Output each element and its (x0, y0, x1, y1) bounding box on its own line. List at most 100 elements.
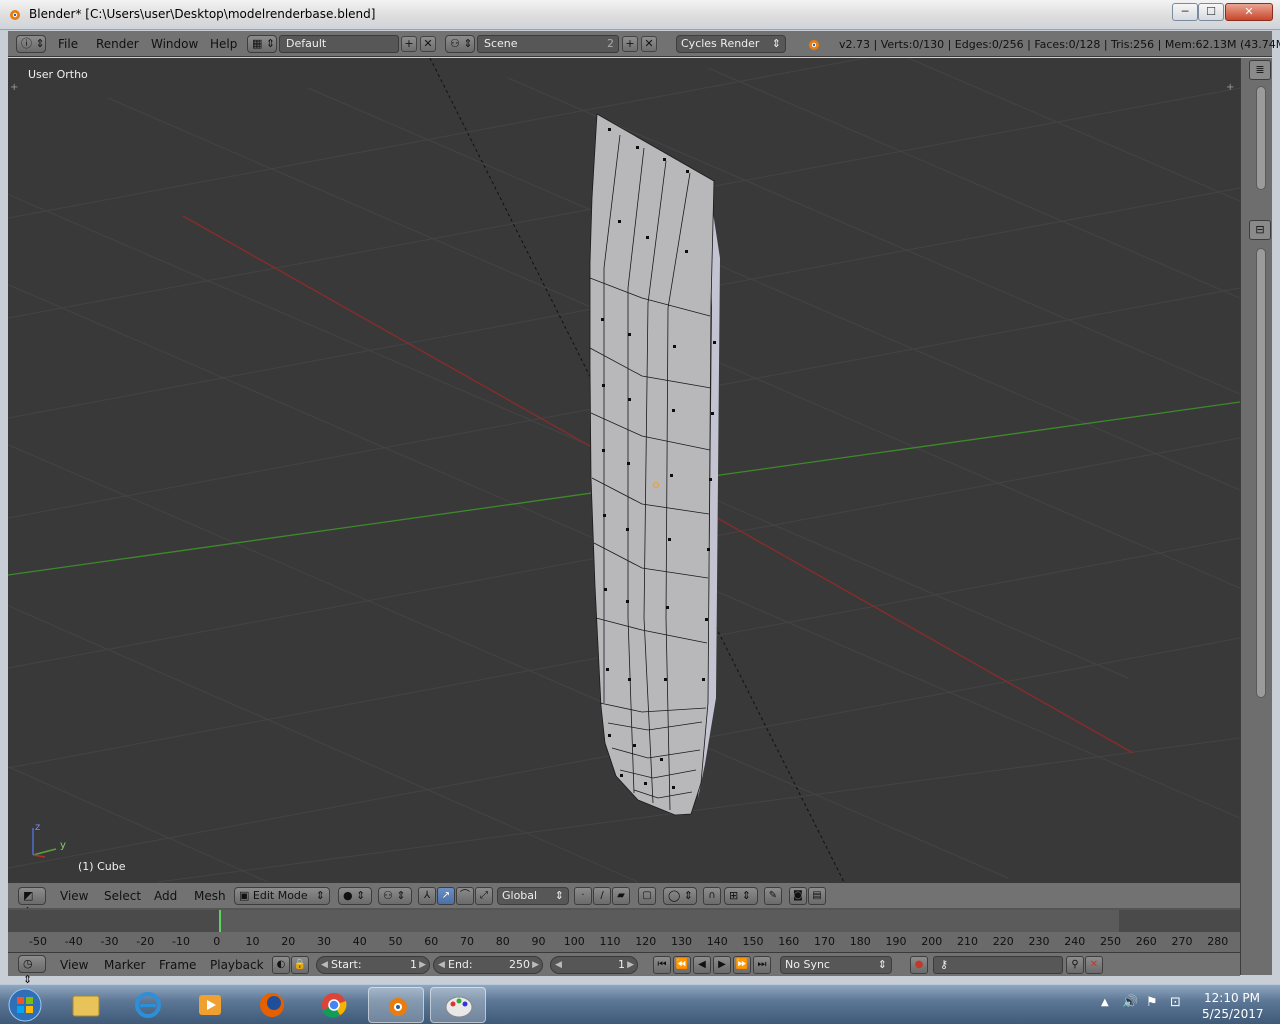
jump-to-end-button[interactable]: ⏭ (753, 956, 771, 974)
add-scene-button[interactable]: + (622, 36, 638, 52)
menu-file[interactable]: File (58, 37, 78, 51)
mode-label: Edit Mode (252, 889, 308, 902)
menu-help[interactable]: Help (210, 37, 237, 51)
timeline-editor-type-button[interactable]: ◷ ⇕ (18, 955, 46, 986)
insert-keyframe-button[interactable]: ⚲ (1066, 956, 1084, 974)
maximize-button[interactable]: ☐ (1198, 3, 1224, 21)
clock-date[interactable]: 5/25/2017 (1202, 1007, 1264, 1021)
action-center-flag-icon[interactable]: ⚑ (1146, 995, 1158, 1010)
scene-statistics: v2.73 | Verts:0/130 | Edges:0/256 | Face… (839, 38, 1280, 51)
delete-keyframe-button[interactable]: ✕ (1085, 956, 1103, 974)
render-engine-dropdown[interactable]: Cycles Render ⇕ (676, 35, 786, 53)
current-frame-marker[interactable] (219, 910, 221, 932)
sculpt-brush-button[interactable]: ✎ (764, 887, 782, 905)
keying-set-field[interactable]: ⚷ (933, 956, 1063, 974)
taskbar-internet-explorer[interactable] (120, 987, 176, 1023)
toolshelf-expand-icon[interactable]: + (10, 82, 18, 93)
start-frame-field[interactable]: ◀ Start: 1 ▶ (316, 956, 430, 974)
timeline-frame-range (219, 910, 1119, 932)
limit-selection-button[interactable]: ▢ (638, 887, 656, 905)
mode-dropdown[interactable]: ▣ Edit Mode ⇕ (234, 887, 330, 905)
taskbar-firefox[interactable] (244, 987, 300, 1023)
outliner-editor-button[interactable]: ≣ (1249, 60, 1271, 80)
play-button[interactable]: ▶ (713, 956, 731, 974)
orientation-label: Global (502, 889, 538, 902)
editor-type-button[interactable]: ⓘ ⇕ (16, 35, 46, 53)
menu-add[interactable]: Add (154, 889, 177, 903)
menu-select[interactable]: Select (104, 889, 141, 903)
edge-select-button[interactable]: / (593, 887, 611, 905)
current-frame-field[interactable]: ◀ 1 ▶ (550, 956, 638, 974)
close-button[interactable]: ✕ (1225, 3, 1273, 21)
pivot-point-dropdown[interactable]: ⚇ ⇕ (378, 887, 412, 905)
screen-layout-selector[interactable]: ▦ ⇕ (247, 35, 277, 53)
start-orb-icon[interactable] (4, 987, 46, 1023)
3d-viewport[interactable]: z y User Ortho (1) Cube + + (8, 58, 1240, 882)
rotate-icon: ⌒ (460, 890, 470, 901)
properties-editor-button[interactable]: ⊟ (1249, 220, 1271, 240)
timeline-editor[interactable]: -50 -40 -30 -20 -10 0 10 20 30 40 50 60 70 80 90 100 110… (8, 908, 1240, 952)
timeline-header: ◷ ⇕ View Marker Frame Playback ◐ 🔒 ◀ Sta… (8, 952, 1240, 986)
add-layout-button[interactable]: + (401, 36, 417, 52)
network-icon[interactable]: ⊡ (1170, 995, 1181, 1010)
lock-icon: 🔒 (293, 959, 307, 970)
timeline-tick-label: 190 (885, 935, 907, 948)
properties-scrollbar[interactable] (1256, 248, 1266, 698)
show-hidden-icons-arrow[interactable]: ▲ (1101, 997, 1109, 1008)
taskbar-blender[interactable] (368, 987, 424, 1023)
menu-playback[interactable]: Playback (210, 958, 264, 972)
active-object-label: (1) Cube (78, 860, 126, 873)
volume-icon[interactable]: 🔊 (1122, 995, 1138, 1010)
delete-layout-button[interactable]: ✕ (420, 36, 436, 52)
proportional-editing-dropdown[interactable]: ◯ ⇕ (663, 887, 697, 905)
manipulator-toggle[interactable]: ⅄ (418, 887, 436, 905)
menu-marker[interactable]: Marker (104, 958, 145, 972)
taskbar-file-explorer[interactable] (58, 987, 114, 1023)
minimize-button[interactable]: ─ (1172, 3, 1198, 21)
translate-manipulator-button[interactable]: ↗ (437, 887, 455, 905)
menu-mesh[interactable]: Mesh (194, 889, 226, 903)
auto-keyframe-button[interactable]: ● (910, 956, 928, 974)
menu-view[interactable]: View (60, 958, 88, 972)
jump-keyframe-forward-button[interactable]: ⏩ (733, 956, 751, 974)
sync-mode-dropdown[interactable]: No Sync ⇕ (780, 956, 892, 974)
render-animation-button[interactable]: ▤ (808, 887, 826, 905)
face-select-button[interactable]: ▰ (612, 887, 630, 905)
scene-selector[interactable]: ⚇ ⇕ (445, 35, 475, 53)
menu-frame[interactable]: Frame (159, 958, 196, 972)
menu-view[interactable]: View (60, 889, 88, 903)
play-reverse-button[interactable]: ◀ (693, 956, 711, 974)
jump-to-start-button[interactable]: ⏮ (653, 956, 671, 974)
outliner-scrollbar[interactable] (1256, 86, 1266, 190)
clock-time[interactable]: 12:10 PM (1204, 991, 1260, 1005)
lock-range-toggle[interactable]: 🔒 (291, 956, 309, 974)
properties-expand-icon[interactable]: + (1226, 82, 1234, 93)
vertex-select-button[interactable]: · (574, 887, 592, 905)
delete-scene-button[interactable]: ✕ (641, 36, 657, 52)
timeline-tick-label: 0 (213, 935, 221, 948)
menu-render[interactable]: Render (96, 37, 139, 51)
menu-window[interactable]: Window (151, 37, 198, 51)
3d-view-editor-type-button[interactable]: ◩ ⇕ (18, 887, 46, 918)
taskbar-media-player[interactable] (182, 987, 238, 1023)
layout-name-field[interactable]: Default (279, 35, 399, 53)
timeline-tick-label: 180 (849, 935, 871, 948)
taskbar-paint[interactable] (430, 987, 486, 1023)
taskbar-chrome[interactable] (306, 987, 362, 1023)
render-image-button[interactable]: ◙ (789, 887, 807, 905)
viewport-shading-dropdown[interactable]: ● ⇕ (338, 887, 372, 905)
info-header: ⓘ ⇕ File Render Window Help ▦ ⇕ Default … (8, 31, 1280, 57)
snap-toggle[interactable]: ∩ (703, 887, 721, 905)
start-frame-label: Start: (331, 958, 362, 971)
timeline-tick-label: -40 (64, 935, 83, 948)
transform-orientation-dropdown[interactable]: Global ⇕ (497, 887, 569, 905)
jump-keyframe-back-button[interactable]: ⏪ (673, 956, 691, 974)
scene-name: Scene (484, 37, 518, 50)
end-frame-field[interactable]: ◀ End: 250 ▶ (433, 956, 543, 974)
rotate-manipulator-button[interactable]: ⌒ (456, 887, 474, 905)
scale-manipulator-button[interactable]: ⤢ (475, 887, 493, 905)
preview-range-toggle[interactable]: ◐ (272, 956, 290, 974)
snap-element-dropdown[interactable]: ⊞ ⇕ (724, 887, 758, 905)
paint-palette-icon (445, 996, 473, 1018)
scene-name-field[interactable]: Scene 2 (477, 35, 619, 53)
